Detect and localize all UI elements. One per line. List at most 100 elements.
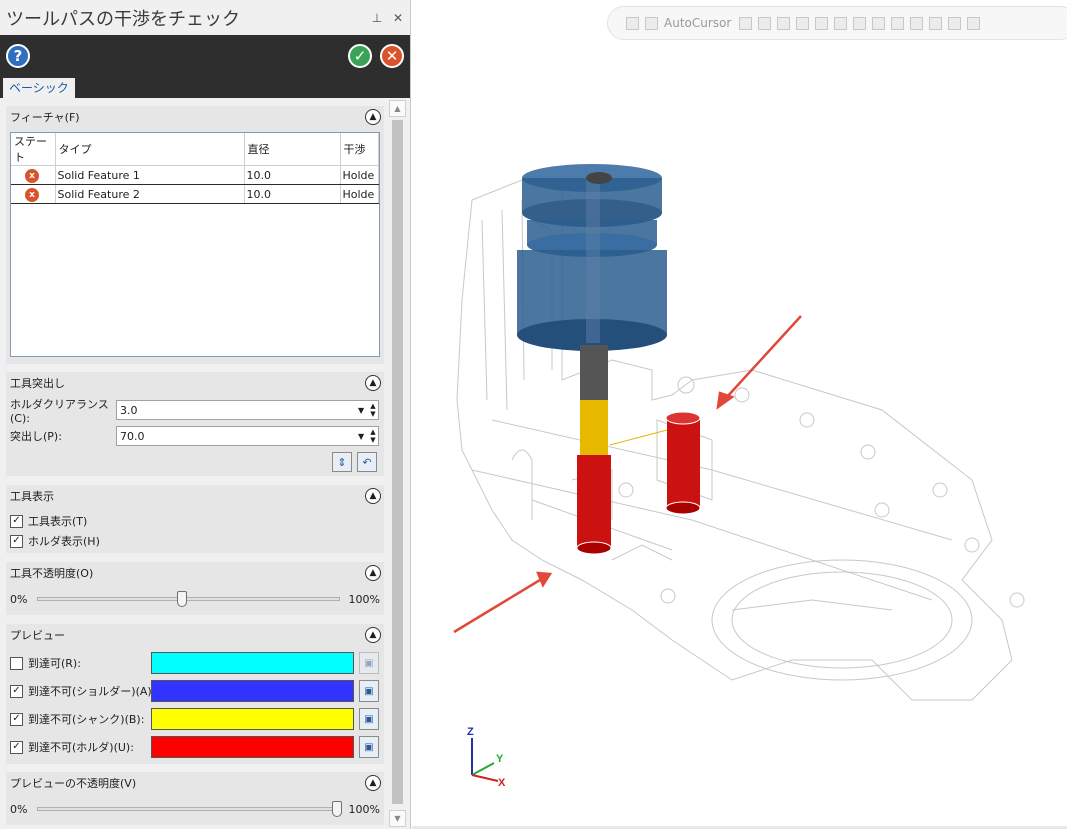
tool-opacity-title: 工具不透明度(O) bbox=[10, 567, 94, 580]
scroll-up-icon[interactable]: ▲ bbox=[389, 100, 406, 117]
features-header[interactable]: フィーチャ(F) ▲ bbox=[6, 106, 384, 128]
checkbox[interactable]: ✓ bbox=[10, 740, 23, 754]
color-picker-button[interactable]: ▣ bbox=[359, 736, 379, 758]
table-row[interactable]: x Solid Feature 1 10.0 Holde bbox=[11, 165, 379, 185]
color-picker-button[interactable]: ▣ bbox=[359, 652, 379, 674]
reset-stickout-button[interactable]: ↶ bbox=[357, 452, 377, 472]
tool-opacity-thumb[interactable] bbox=[177, 591, 188, 607]
color-swatch[interactable] bbox=[151, 652, 354, 674]
color-picker-icon: ▣ bbox=[364, 713, 374, 725]
pin-icon[interactable]: ⊥ bbox=[368, 9, 386, 27]
tab-strip: ベーシック bbox=[0, 76, 410, 98]
collision-cell: Holde bbox=[340, 184, 379, 204]
collapse-icon[interactable]: ▲ bbox=[365, 109, 381, 125]
collapse-icon[interactable]: ▲ bbox=[365, 775, 381, 791]
color-picker-icon: ▣ bbox=[364, 685, 374, 697]
preview-opacity-thumb[interactable] bbox=[331, 801, 342, 817]
show-holder-label: ホルダ表示(H) bbox=[28, 535, 100, 548]
collapse-icon[interactable]: ▲ bbox=[365, 375, 381, 391]
compute-stickout-button[interactable]: ⇕ bbox=[332, 452, 352, 472]
spinner-icon[interactable]: ▲ ▼ bbox=[368, 428, 378, 444]
color-swatch[interactable] bbox=[151, 736, 354, 758]
close-panel-icon[interactable]: ✕ bbox=[389, 9, 407, 27]
features-table: ステート タイプ 直径 干渉 x Solid Feature 1 10.0 Ho… bbox=[10, 132, 380, 357]
tool-opacity-track[interactable] bbox=[37, 597, 340, 601]
stickout-row: 突出し(P): bbox=[10, 425, 116, 447]
tab-basic[interactable]: ベーシック bbox=[3, 78, 75, 98]
help-icon: ? bbox=[13, 46, 23, 65]
holder-clearance-row: ホルダクリアランス(C): bbox=[10, 398, 116, 425]
scroll-down-icon[interactable]: ▼ bbox=[389, 810, 406, 827]
collision-cell: Holde bbox=[340, 165, 379, 185]
collapse-icon[interactable]: ▲ bbox=[365, 565, 381, 581]
check-icon: ✓ bbox=[353, 46, 367, 65]
spinner-icon[interactable]: ▲ ▼ bbox=[368, 402, 378, 418]
preview-header[interactable]: プレビュー ▲ bbox=[6, 624, 384, 646]
preview-label: 到達不可(ショルダー)(A): bbox=[28, 685, 156, 698]
3d-viewport[interactable]: AutoCursor Z Y X bbox=[412, 0, 1067, 829]
dropdown-arrow-icon[interactable]: ▼ bbox=[358, 406, 368, 415]
error-icon: x bbox=[25, 187, 39, 202]
panel-title-bar: ツールパスの干渉をチェック ⊥ ✕ bbox=[0, 0, 410, 35]
show-tool-checkbox[interactable]: ✓ 工具表示(T) bbox=[10, 512, 87, 530]
preview-opacity-track[interactable] bbox=[37, 807, 340, 811]
panel-title: ツールパスの干渉をチェック bbox=[6, 8, 240, 30]
color-swatch[interactable] bbox=[151, 708, 354, 730]
show-tool-label: 工具表示(T) bbox=[28, 515, 88, 528]
checkbox[interactable] bbox=[10, 656, 23, 670]
type-cell: Solid Feature 1 bbox=[55, 165, 245, 185]
collapse-icon[interactable]: ▲ bbox=[365, 488, 381, 504]
color-picker-button[interactable]: ▣ bbox=[359, 680, 379, 702]
state-cell: x bbox=[11, 165, 56, 185]
checkbox[interactable]: ✓ bbox=[10, 514, 23, 528]
stickout-label: 突出し(P): bbox=[10, 430, 62, 443]
tool-opacity-slider-row: 0% 100% bbox=[10, 589, 380, 609]
features-section: フィーチャ(F) ▲ ステート タイプ 直径 干渉 x Solid Featur… bbox=[6, 106, 384, 364]
tool-display-header[interactable]: 工具表示 ▲ bbox=[6, 485, 384, 507]
features-title: フィーチャ(F) bbox=[10, 111, 80, 124]
checkbox[interactable]: ✓ bbox=[10, 712, 23, 726]
undo-icon: ↶ bbox=[362, 455, 372, 469]
checkbox[interactable]: ✓ bbox=[10, 534, 23, 548]
help-button[interactable]: ? bbox=[6, 43, 30, 68]
tool-stickout-header[interactable]: 工具突出し ▲ bbox=[6, 372, 384, 394]
tool-opacity-section: 工具不透明度(O) ▲ 0% 100% bbox=[6, 562, 384, 615]
axis-x-label: X bbox=[498, 777, 506, 789]
preview-section: プレビュー ▲ 到達可(R): ▣ ✓ 到達不可(ショルダー)(A): ▣ ✓ bbox=[6, 624, 384, 764]
tool-opacity-header[interactable]: 工具不透明度(O) ▲ bbox=[6, 562, 384, 584]
tool-stickout-section: 工具突出し ▲ ホルダクリアランス(C): 3.0 ▼ ▲ ▼ 突出し(P): 7… bbox=[6, 372, 384, 476]
scrollbar-thumb[interactable] bbox=[392, 120, 403, 804]
measure-icon: ⇕ bbox=[337, 455, 347, 469]
checkbox[interactable]: ✓ bbox=[10, 684, 23, 698]
dropdown-arrow-icon[interactable]: ▼ bbox=[358, 432, 368, 441]
axis-z-label: Z bbox=[467, 726, 474, 738]
stickout-value: 70.0 bbox=[120, 429, 145, 443]
holder-clearance-value: 3.0 bbox=[120, 403, 138, 417]
ok-button[interactable]: ✓ bbox=[348, 43, 372, 68]
preview-opacity-header[interactable]: プレビューの不透明度(V) ▲ bbox=[6, 772, 384, 794]
diameter-cell: 10.0 bbox=[244, 184, 341, 204]
opacity-max-label: 100% bbox=[348, 592, 380, 606]
stickout-field[interactable]: 70.0 ▼ ▲ ▼ bbox=[116, 426, 379, 446]
preview-opacity-title: プレビューの不透明度(V) bbox=[10, 777, 137, 790]
table-row[interactable]: x Solid Feature 2 10.0 Holde bbox=[11, 184, 379, 204]
color-picker-button[interactable]: ▣ bbox=[359, 708, 379, 730]
col-diameter[interactable]: 直径 bbox=[244, 133, 341, 166]
opacity-min-label: 0% bbox=[10, 802, 28, 816]
diameter-cell: 10.0 bbox=[244, 165, 341, 185]
col-state[interactable]: ステート bbox=[11, 133, 56, 166]
tool-shank bbox=[576, 345, 701, 555]
col-type[interactable]: タイプ bbox=[55, 133, 245, 166]
preview-label: 到達不可(シャンク)(B): bbox=[28, 713, 145, 726]
color-swatch[interactable] bbox=[151, 680, 354, 702]
color-picker-icon: ▣ bbox=[364, 657, 374, 669]
col-collision[interactable]: 干渉 bbox=[340, 133, 379, 166]
holder-clearance-field[interactable]: 3.0 ▼ ▲ ▼ bbox=[116, 400, 379, 420]
panel-scrollbar[interactable]: ▲ ▼ bbox=[389, 100, 406, 827]
show-holder-checkbox[interactable]: ✓ ホルダ表示(H) bbox=[10, 532, 100, 550]
cancel-button[interactable]: ✕ bbox=[380, 43, 404, 68]
panel-scroll-area: フィーチャ(F) ▲ ステート タイプ 直径 干渉 x Solid Featur… bbox=[0, 98, 411, 829]
holder-clearance-label: ホルダクリアランス(C): bbox=[10, 397, 109, 425]
color-picker-icon: ▣ bbox=[364, 741, 374, 753]
collapse-icon[interactable]: ▲ bbox=[365, 627, 381, 643]
